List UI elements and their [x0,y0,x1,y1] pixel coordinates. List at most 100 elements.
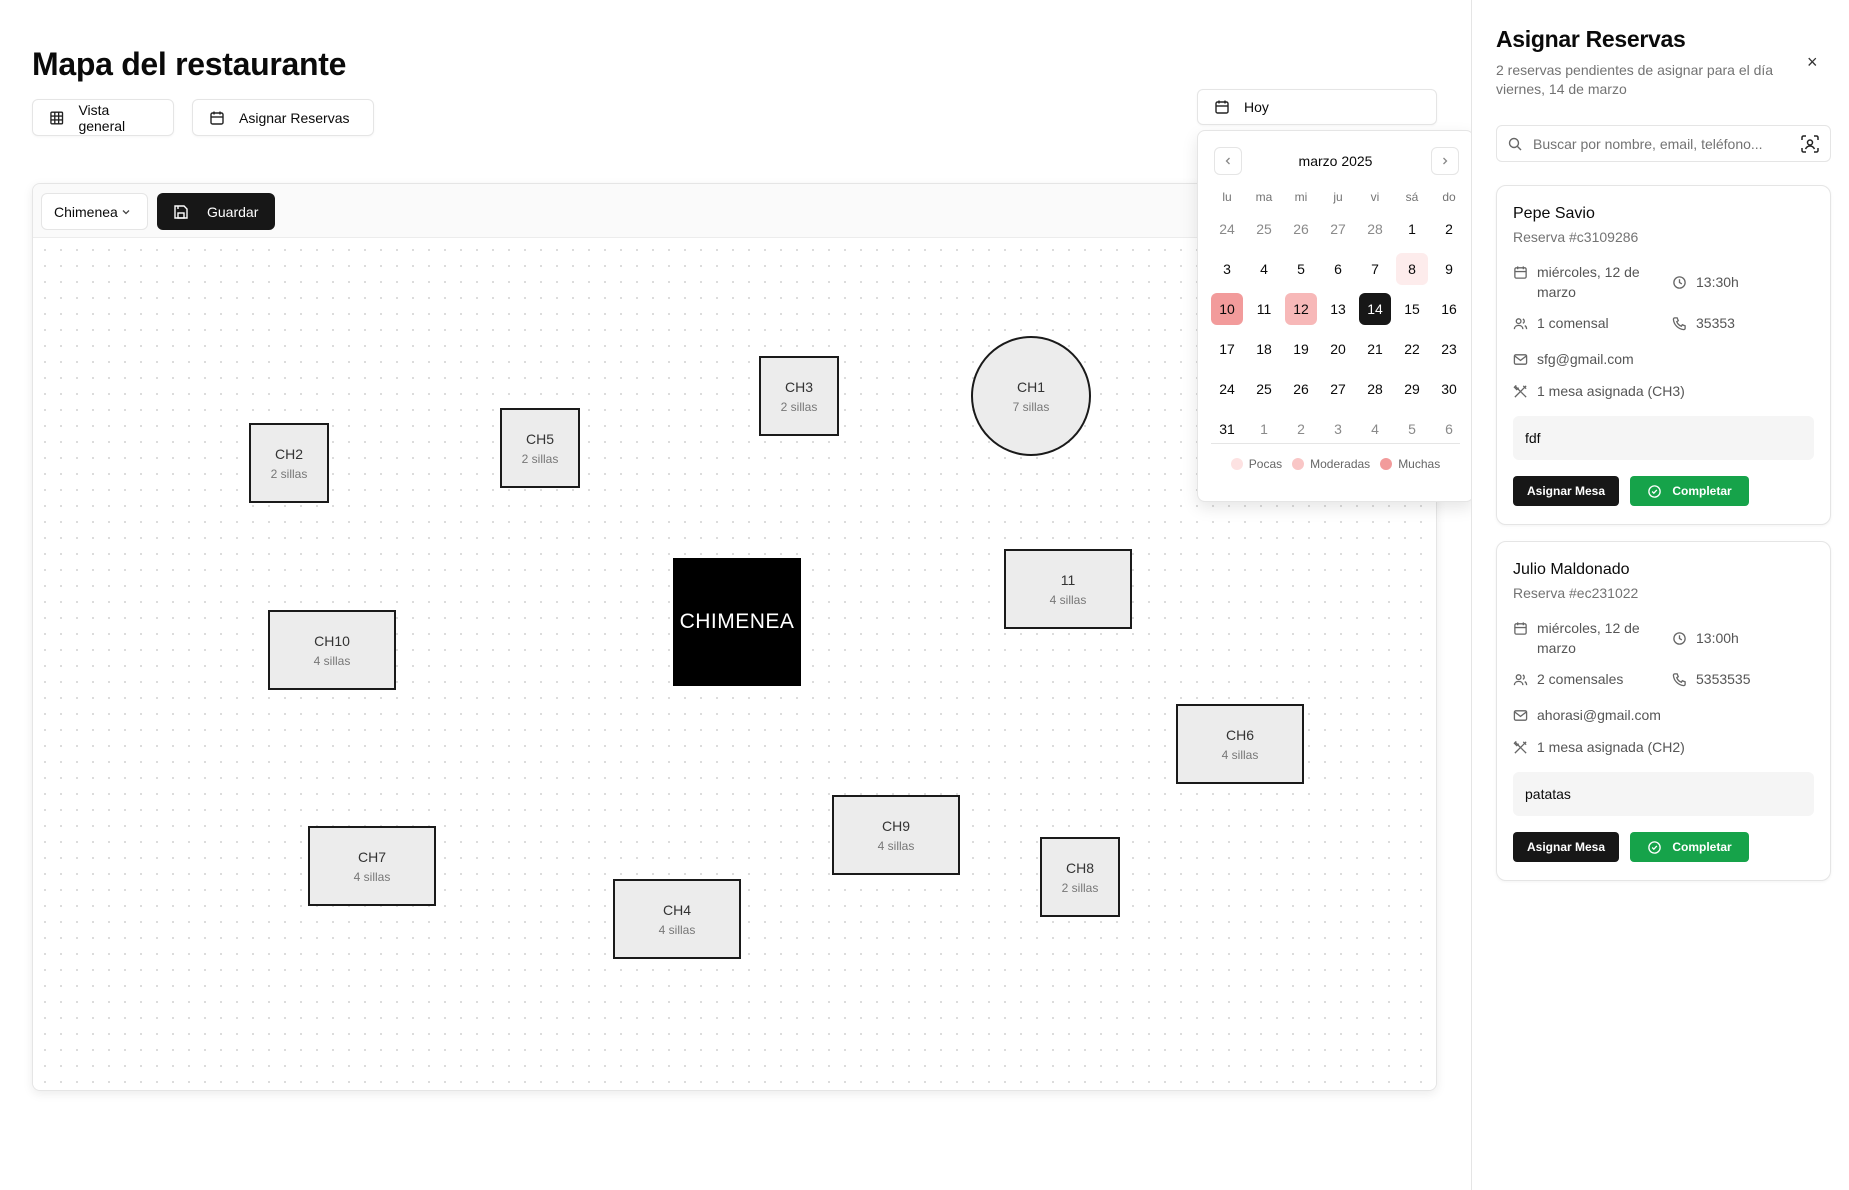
calendar-day[interactable]: 11 [1248,293,1280,325]
assign-reservations-panel: Asignar Reservas 2 reservas pendientes d… [1471,0,1849,1190]
scan-icon[interactable] [1800,134,1820,154]
table-name: CH3 [784,378,813,395]
calendar-day[interactable]: 8 [1396,253,1428,285]
reservation-id: Reserva #c3109286 [1513,229,1639,245]
calendar-day[interactable]: 7 [1359,253,1391,285]
table-capacity: 2 sillas [1061,880,1099,895]
table-ch3[interactable]: CH3 2 sillas [759,356,839,436]
complete-button[interactable]: Completar [1630,832,1749,862]
reservation-email: sfg@gmail.com [1513,349,1634,369]
calendar-day[interactable]: 9 [1433,253,1465,285]
calendar-day[interactable]: 2 [1433,213,1465,245]
calendar-day[interactable]: 19 [1285,333,1317,365]
reservation-name: Pepe Savio [1513,205,1595,222]
calendar-grid: lu ma mi ju vi sá do 24 25 26 27 28 1 2 3 4 5 6 7 8 9 10 11 12 1… [1211,185,1467,449]
table-name: CH2 [274,445,303,462]
table-ch7[interactable]: CH7 4 sillas [308,826,436,906]
table-ch2[interactable]: CH2 2 sillas [249,423,329,503]
calendar-day[interactable]: 2 [1285,413,1317,445]
reservation-guests-text: 2 comensales [1537,671,1624,687]
legend-label: Muchas [1398,457,1441,471]
date-picker-button[interactable]: Hoy [1197,89,1437,125]
calendar-day[interactable]: 28 [1359,373,1391,405]
calendar-day[interactable]: 26 [1285,213,1317,245]
calendar-day[interactable]: 18 [1248,333,1280,365]
calendar-day[interactable]: 15 [1396,293,1428,325]
calendar-day[interactable]: 27 [1322,373,1354,405]
calendar-day[interactable]: 20 [1322,333,1354,365]
reservation-guests: 1 comensal [1513,313,1609,333]
calendar-day[interactable]: 4 [1359,413,1391,445]
overview-button[interactable]: Vista general [32,99,174,136]
table-ch9[interactable]: CH9 4 sillas [832,795,960,875]
calendar-day[interactable]: 5 [1285,253,1317,285]
calendar-day[interactable]: 10 [1211,293,1243,325]
calendar-day[interactable]: 22 [1396,333,1428,365]
table-ch1[interactable]: CH1 7 sillas [971,336,1091,456]
calendar-day[interactable]: 17 [1211,333,1243,365]
calendar-day[interactable]: 23 [1433,333,1465,365]
calendar-day[interactable]: 24 [1211,213,1243,245]
calendar-week: 24 25 26 27 28 29 30 [1211,369,1467,409]
table-ch6[interactable]: CH6 4 sillas [1176,704,1304,784]
calendar-day[interactable]: 5 [1396,413,1428,445]
calendar-week: 3456789 [1211,249,1467,289]
calendar-day[interactable]: 1 [1396,213,1428,245]
calendar-day[interactable]: 25 [1248,213,1280,245]
reservation-phone: 5353535 [1672,669,1751,689]
calendar-day[interactable]: 13 [1322,293,1354,325]
reservation-name: Julio Maldonado [1513,561,1630,578]
save-button[interactable]: Guardar [157,193,275,230]
calendar-day[interactable]: 4 [1248,253,1280,285]
utensils-crossed-icon [1513,740,1527,754]
calendar-week: 17 18 19 20 21 22 23 [1211,329,1467,369]
calendar-day[interactable]: 31 [1211,413,1243,445]
table-capacity: 2 sillas [270,466,308,481]
mail-icon [1513,354,1528,365]
calendar-day[interactable]: 3 [1211,253,1243,285]
assign-reservations-button[interactable]: Asignar Reservas [192,99,374,136]
zone-select[interactable]: Chimenea [41,193,148,230]
calendar-day[interactable]: 29 [1396,373,1428,405]
reservation-guests: 2 comensales [1513,669,1623,689]
search-input[interactable] [1533,135,1783,152]
next-month-button[interactable] [1431,147,1459,175]
complete-button[interactable]: Completar [1630,476,1749,506]
calendar-day[interactable]: 24 [1211,373,1243,405]
table-ch8[interactable]: CH8 2 sillas [1040,837,1120,917]
assign-table-button[interactable]: Asignar Mesa [1513,832,1619,862]
table-ch5[interactable]: CH5 2 sillas [500,408,580,488]
calendar-day[interactable]: 6 [1433,413,1465,445]
calendar-day[interactable]: 3 [1322,413,1354,445]
table-ch10[interactable]: CH10 4 sillas [268,610,396,690]
calendar-day[interactable]: 21 [1359,333,1391,365]
legend-item: Moderadas [1292,457,1370,471]
phone-icon [1672,317,1686,331]
table-11[interactable]: 11 4 sillas [1004,549,1132,629]
table-name: CH5 [525,430,554,447]
close-icon[interactable]: × [1807,52,1818,73]
table-name: CH6 [1225,726,1254,743]
table-ch4[interactable]: CH4 4 sillas [613,879,741,959]
calendar-day[interactable]: 12 [1285,293,1317,325]
calendar-day[interactable]: 6 [1322,253,1354,285]
assign-table-button[interactable]: Asignar Mesa [1513,476,1619,506]
calendar-day[interactable]: 25 [1248,373,1280,405]
utensils-crossed-icon [1513,384,1527,398]
calendar-day[interactable]: 26 [1285,373,1317,405]
panel-subtitle: 2 reservas pendientes de asignar para el… [1496,62,1774,97]
reservation-phone: 35353 [1672,313,1735,333]
calendar-day[interactable]: 30 [1433,373,1465,405]
calendar-day[interactable]: 28 [1359,213,1391,245]
table-capacity: 2 sillas [780,399,818,414]
calendar-day[interactable]: 16 [1433,293,1465,325]
calendar-day-selected[interactable]: 14 [1359,293,1391,325]
calendar-day[interactable]: 1 [1248,413,1280,445]
calendar-day[interactable]: 27 [1322,213,1354,245]
table-name: CH1 [1016,378,1045,395]
table-capacity: 4 sillas [353,869,391,884]
weekday-label: ju [1333,190,1343,204]
table-name: 11 [1060,571,1076,588]
users-icon [1513,318,1528,330]
assign-reservations-label: Asignar Reservas [239,109,350,126]
